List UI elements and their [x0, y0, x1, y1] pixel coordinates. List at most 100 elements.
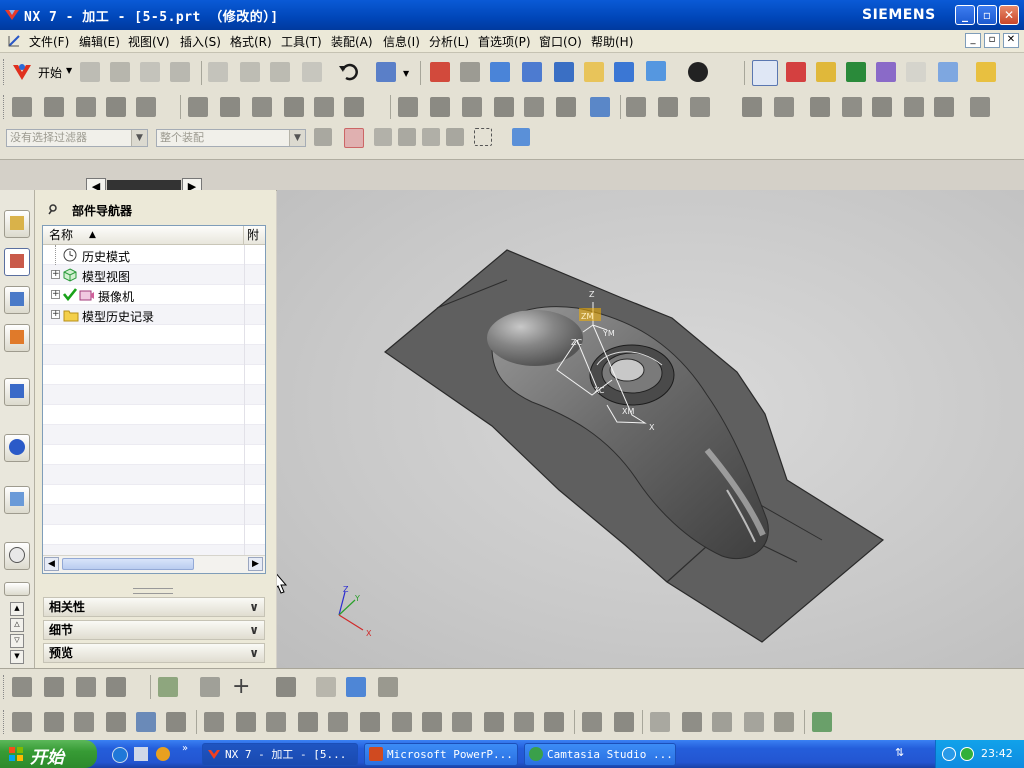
- scroll-right-icon[interactable]: ▶: [248, 557, 263, 571]
- task-nx[interactable]: NX 7 - 加工 - [5...: [202, 743, 358, 766]
- show-desktop-icon[interactable]: [134, 747, 148, 761]
- quicklaunch-more-icon[interactable]: »: [182, 743, 188, 754]
- assembly-navigator-tab[interactable]: [4, 210, 30, 238]
- curve-table-icon[interactable]: [774, 712, 794, 732]
- menu-analysis[interactable]: 分析(L): [429, 33, 469, 50]
- toolbar-grip[interactable]: [3, 59, 7, 85]
- assembly-scope-dropdown[interactable]: 整个装配 ▼: [156, 129, 306, 147]
- menu-assembly[interactable]: 装配(A): [331, 33, 373, 50]
- scroll-up-icon[interactable]: △: [10, 618, 24, 632]
- info-dropdown-icon[interactable]: ▼: [403, 69, 409, 78]
- column-header-name[interactable]: 名称 ▲: [43, 226, 244, 245]
- tray-app-icon[interactable]: [942, 747, 956, 761]
- toolbar-grip-3[interactable]: [3, 675, 7, 699]
- datum-icon[interactable]: [44, 677, 64, 697]
- system-clock[interactable]: 23:42: [981, 747, 1013, 760]
- select-body-icon[interactable]: [512, 128, 530, 146]
- network-icon[interactable]: ⇅: [895, 746, 909, 760]
- zoom-window-icon[interactable]: [460, 62, 480, 82]
- menu-view[interactable]: 视图(V): [128, 33, 170, 50]
- edit-parameters-icon[interactable]: [44, 712, 64, 732]
- expand-icon[interactable]: +: [51, 290, 60, 299]
- tree-row-model-views[interactable]: + 模型视图: [43, 265, 265, 285]
- paste-operation-icon[interactable]: [252, 97, 272, 117]
- post-process-icon[interactable]: [938, 62, 958, 82]
- toolbar-grip-2[interactable]: [3, 95, 7, 119]
- menu-preferences[interactable]: 首选项(P): [478, 33, 531, 50]
- ie-icon[interactable]: [112, 747, 128, 763]
- generate-icon[interactable]: [398, 97, 418, 117]
- curve-rule-icon[interactable]: [374, 128, 392, 146]
- start-icon[interactable]: [10, 60, 34, 84]
- rectangle-select-icon[interactable]: [474, 128, 492, 146]
- block-icon[interactable]: [970, 97, 990, 117]
- operation-navigator-tab[interactable]: [4, 286, 30, 314]
- nx-app-icon[interactable]: [4, 7, 20, 23]
- media-icon[interactable]: [156, 747, 170, 761]
- delete-icon[interactable]: [302, 62, 322, 82]
- block-feature-icon[interactable]: [76, 677, 96, 697]
- create-operation-icon[interactable]: [136, 97, 156, 117]
- reuse-library-tab[interactable]: [4, 378, 30, 406]
- windows-start-button[interactable]: 开始: [0, 740, 97, 768]
- ring-icon[interactable]: [744, 712, 764, 732]
- toolbar-grip-4[interactable]: [3, 710, 7, 734]
- mesh-icon[interactable]: [378, 677, 398, 697]
- extend-icon[interactable]: [236, 712, 256, 732]
- chamfer-icon[interactable]: [484, 712, 504, 732]
- tool-path-icon[interactable]: [658, 97, 678, 117]
- layer-icon[interactable]: [346, 677, 366, 697]
- blend-icon[interactable]: [452, 712, 472, 732]
- graphics-window[interactable]: Z ZM ZC YM XC XM X Z Y X: [277, 190, 1024, 668]
- pan-icon[interactable]: [584, 62, 604, 82]
- select-icon[interactable]: [906, 62, 926, 82]
- menu-info[interactable]: 信息(I): [383, 33, 420, 50]
- system-materials-tab[interactable]: [4, 582, 30, 596]
- menu-help[interactable]: 帮助(H): [591, 33, 633, 50]
- menu-window[interactable]: 窗口(O): [539, 33, 582, 50]
- save-icon[interactable]: [140, 62, 160, 82]
- hole-icon[interactable]: [544, 712, 564, 732]
- surface-icon[interactable]: [316, 677, 336, 697]
- start-dropdown-icon[interactable]: ▼: [66, 66, 72, 75]
- edit-object-icon[interactable]: [774, 97, 794, 117]
- expand-icon[interactable]: +: [51, 270, 60, 279]
- column-header-attach[interactable]: 附: [244, 226, 265, 245]
- print-icon[interactable]: [170, 62, 190, 82]
- verify-path-icon[interactable]: [876, 62, 896, 82]
- feedrate-icon[interactable]: [626, 97, 646, 117]
- menu-insert[interactable]: 插入(S): [180, 33, 221, 50]
- simulate-icon[interactable]: [524, 97, 544, 117]
- create-program-icon[interactable]: [12, 97, 32, 117]
- machine-tool-tab[interactable]: [4, 324, 30, 352]
- list-path-icon[interactable]: [462, 97, 482, 117]
- create-geometry-icon[interactable]: [76, 97, 96, 117]
- menu-format[interactable]: 格式(R): [230, 33, 272, 50]
- copy-operation-icon[interactable]: [220, 97, 240, 117]
- cut-operation-icon[interactable]: [188, 97, 208, 117]
- replay-icon[interactable]: [430, 97, 450, 117]
- wireframe-icon[interactable]: [650, 712, 670, 732]
- thicken-icon[interactable]: [298, 712, 318, 732]
- expression-icon[interactable]: [136, 712, 156, 732]
- split-icon[interactable]: [392, 712, 412, 732]
- generate-path-icon[interactable]: [846, 62, 866, 82]
- zoom-icon[interactable]: [490, 62, 510, 82]
- selection-filter-dropdown[interactable]: 没有选择过滤器 ▼: [6, 129, 148, 147]
- expand-icon[interactable]: +: [51, 310, 60, 319]
- task-powerpoint[interactable]: Microsoft PowerP...: [364, 743, 518, 766]
- menu-edit[interactable]: 编辑(E): [79, 33, 120, 50]
- magnify-icon[interactable]: [522, 62, 542, 82]
- part-model-view[interactable]: Z ZM ZC YM XC XM X Z Y X: [277, 190, 1024, 668]
- draft-icon[interactable]: [514, 712, 534, 732]
- shaded-cube-icon[interactable]: [646, 61, 666, 81]
- replace-face-icon[interactable]: [614, 712, 634, 732]
- new-file-icon[interactable]: [80, 62, 100, 82]
- sketch-icon[interactable]: [12, 677, 32, 697]
- chain-icon[interactable]: [712, 712, 732, 732]
- menu-grip-icon[interactable]: [6, 33, 22, 49]
- edit-operation-icon[interactable]: [284, 97, 304, 117]
- camtasia-recorder-icon[interactable]: [960, 747, 974, 761]
- start-menu-button[interactable]: 开始: [38, 64, 62, 81]
- pattern-icon[interactable]: [106, 677, 126, 697]
